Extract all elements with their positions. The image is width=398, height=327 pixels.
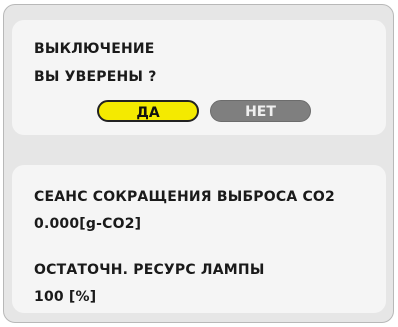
lamp-life-label: ОСТАТОЧН. РЕСУРС ЛАМПЫ (34, 262, 265, 278)
dialog-title: ВЫКЛЮЧЕНИЕ (34, 41, 155, 57)
co2-reduction-label: СЕАНС СОКРАЩЕНИЯ ВЫБРОСА CO2 (34, 189, 335, 205)
no-button[interactable]: НЕТ (210, 100, 311, 122)
co2-reduction-value: 0.000[g-CO2] (34, 216, 142, 232)
confirm-question: ВЫ УВЕРЕНЫ ? (34, 69, 157, 85)
yes-button[interactable]: ДА (97, 100, 199, 122)
lamp-life-value: 100 [%] (34, 289, 97, 305)
